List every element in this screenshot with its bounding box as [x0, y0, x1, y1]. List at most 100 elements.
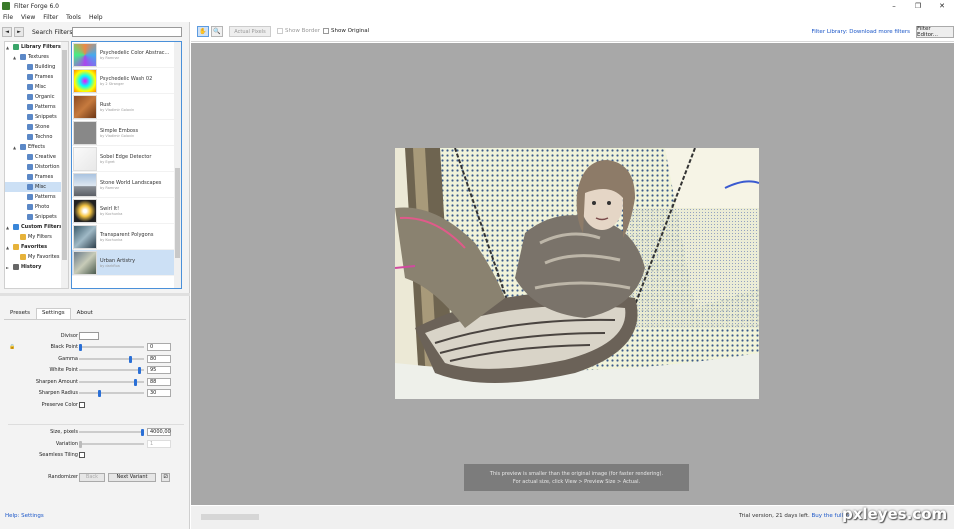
- filter-item[interactable]: Urban Artistry by darkfloa: [72, 250, 181, 276]
- hand-tool-icon[interactable]: ✋: [197, 26, 209, 37]
- forward-button[interactable]: ►: [14, 27, 24, 37]
- tree-scroll-thumb[interactable]: [62, 50, 67, 260]
- notice-line-1: This preview is smaller than the origina…: [489, 470, 664, 477]
- filter-item[interactable]: Stone World Landscapes by Ramnar: [72, 172, 181, 198]
- dice-icon[interactable]: ⚂: [161, 472, 170, 482]
- preview-image[interactable]: [395, 148, 759, 399]
- tree-item[interactable]: ▲ Effects: [5, 142, 68, 152]
- filter-item[interactable]: Swirl It! by Kochunka: [72, 198, 181, 224]
- tree-item[interactable]: Stone: [5, 122, 68, 132]
- minimize-button[interactable]: –: [882, 0, 906, 12]
- slider-thumb[interactable]: [128, 355, 132, 363]
- filter-item[interactable]: Psychedelic Wash 02 by 2 Stranger: [72, 68, 181, 94]
- tree-item[interactable]: ▲ Library Filters: [5, 42, 68, 52]
- tree-item[interactable]: Photo: [5, 202, 68, 212]
- close-button[interactable]: ✕: [930, 0, 954, 12]
- white-point-slider[interactable]: [79, 366, 144, 374]
- black-point-slider[interactable]: [79, 343, 144, 351]
- expander-icon[interactable]: ▲: [6, 245, 11, 250]
- param-sharpen-amount: Sharpen Amount 88: [4, 377, 186, 387]
- filter-item[interactable]: Simple Emboss by Vladimir Golovin: [72, 120, 181, 146]
- zoom-tool-icon[interactable]: 🔍: [211, 26, 223, 37]
- slider-thumb[interactable]: [79, 343, 82, 351]
- filter-item[interactable]: Sobel Edge Detector by Egret: [72, 146, 181, 172]
- tree-item[interactable]: Frames: [5, 72, 68, 82]
- black-point-input[interactable]: 0: [147, 343, 171, 351]
- menu-tools[interactable]: Tools: [66, 14, 81, 21]
- filter-thumbnail: [73, 68, 97, 93]
- next-variant-button[interactable]: Next Variant: [108, 472, 156, 482]
- folder-icon: [20, 54, 26, 60]
- slider-thumb[interactable]: [133, 378, 137, 386]
- back-button[interactable]: ◄: [2, 27, 12, 37]
- param-black-point: 🔒 Black Point 0: [4, 342, 186, 352]
- tab-about[interactable]: About: [71, 308, 99, 319]
- menu-help[interactable]: Help: [89, 14, 103, 21]
- filter-editor-button[interactable]: Filter Editor...: [916, 26, 954, 38]
- help-link[interactable]: Help: Settings: [5, 513, 44, 519]
- tree-item[interactable]: Techno: [5, 132, 68, 142]
- tree-item[interactable]: Distortion: [5, 162, 68, 172]
- filter-name: Sobel Edge Detector: [100, 153, 152, 160]
- tree-item[interactable]: ▲ Textures: [5, 52, 68, 62]
- expander-icon[interactable]: ▲: [13, 145, 18, 150]
- restore-button[interactable]: ❐: [906, 0, 930, 12]
- expander-icon[interactable]: ►: [6, 265, 11, 270]
- sharpen-radius-slider[interactable]: [79, 389, 144, 397]
- actual-pixels-button[interactable]: Actual Pixels: [229, 26, 271, 37]
- gamma-input[interactable]: 80: [147, 355, 171, 363]
- tree-item[interactable]: Frames: [5, 172, 68, 182]
- show-border-checkbox[interactable]: [277, 28, 283, 34]
- gamma-slider[interactable]: [79, 355, 144, 363]
- menu-view[interactable]: View: [21, 14, 35, 21]
- pane-splitter[interactable]: [0, 293, 190, 296]
- tree-item[interactable]: Organic: [5, 92, 68, 102]
- sharpen-radius-input[interactable]: 30: [147, 389, 171, 397]
- filter-category-tree[interactable]: ▲ Library Filters ▲ Textures Building Frames M…: [4, 41, 69, 289]
- variation-input[interactable]: 1: [147, 440, 171, 448]
- tree-item[interactable]: Snippets: [5, 212, 68, 222]
- filter-item[interactable]: Transparent Polygons by Kochunka: [72, 224, 181, 250]
- show-original-checkbox[interactable]: [323, 28, 329, 34]
- expander-icon[interactable]: ▲: [6, 225, 11, 230]
- filter-list[interactable]: Psychedelic Color Abstrac... by Ramnar Psy…: [71, 41, 182, 289]
- tree-item[interactable]: ▲ Favorites: [5, 242, 68, 252]
- search-input[interactable]: [72, 27, 182, 37]
- divisor-color-swatch[interactable]: [79, 332, 99, 340]
- filter-item[interactable]: Rust by Vladimir Golovin: [72, 94, 181, 120]
- tree-item[interactable]: My Favorites: [5, 252, 68, 262]
- expander-icon[interactable]: ▲: [6, 45, 11, 50]
- menu-filter[interactable]: Filter: [43, 14, 58, 21]
- tree-item[interactable]: Misc: [5, 82, 68, 92]
- tree-item[interactable]: Patterns: [5, 192, 68, 202]
- variation-slider[interactable]: [79, 440, 144, 448]
- tab-settings[interactable]: Settings: [36, 308, 71, 319]
- tree-item[interactable]: Snippets: [5, 112, 68, 122]
- size-input[interactable]: 4000,00: [147, 428, 171, 436]
- tree-item[interactable]: ► History: [5, 262, 68, 272]
- tree-item[interactable]: Creative: [5, 152, 68, 162]
- white-point-input[interactable]: 95: [147, 366, 171, 374]
- expander-icon[interactable]: ▲: [13, 55, 18, 60]
- tab-presets[interactable]: Presets: [4, 308, 36, 319]
- preserve-color-checkbox[interactable]: [79, 402, 85, 408]
- slider-thumb[interactable]: [141, 428, 144, 436]
- tree-item[interactable]: Building: [5, 62, 68, 72]
- slider-thumb[interactable]: [137, 366, 141, 374]
- back-variant-button[interactable]: Back: [79, 472, 105, 482]
- tree-item[interactable]: Patterns: [5, 102, 68, 112]
- slider-thumb[interactable]: [97, 389, 101, 397]
- sharpen-amount-slider[interactable]: [79, 378, 144, 386]
- size-slider[interactable]: [79, 428, 144, 436]
- filter-list-scroll-thumb[interactable]: [175, 168, 180, 258]
- slider-thumb[interactable]: [79, 440, 82, 448]
- tree-item[interactable]: Misc: [5, 182, 68, 192]
- lock-icon[interactable]: 🔒: [9, 344, 15, 350]
- filter-library-link[interactable]: Filter Library: Download more filters: [811, 29, 910, 35]
- filter-item[interactable]: Psychedelic Color Abstrac... by Ramnar: [72, 42, 181, 68]
- menu-file[interactable]: File: [3, 14, 13, 21]
- sharpen-amount-input[interactable]: 88: [147, 378, 171, 386]
- tree-item[interactable]: My Filters: [5, 232, 68, 242]
- tree-item[interactable]: ▲ Custom Filters: [5, 222, 68, 232]
- seamless-tiling-checkbox[interactable]: [79, 452, 85, 458]
